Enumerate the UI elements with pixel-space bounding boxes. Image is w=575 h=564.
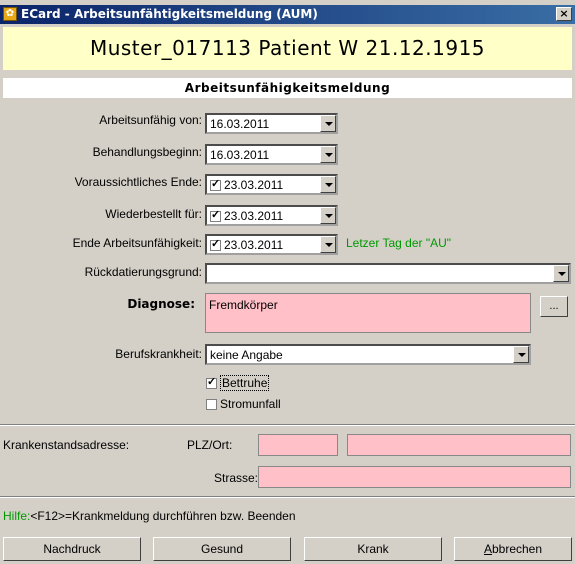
bettruhe-check-icon xyxy=(206,375,217,390)
arbeitsunfaehig-von-label: Arbeitsunfähig von: xyxy=(99,113,202,127)
ort-input[interactable] xyxy=(347,434,571,456)
strasse-label: Strasse: xyxy=(214,471,259,485)
wiederbestellt-fuer-datepicker[interactable]: 23.03.2011 xyxy=(205,205,338,226)
voraussichtliches-ende-datepicker[interactable]: 23.03.2011 xyxy=(205,174,338,195)
abbrechen-label: bbrechen xyxy=(491,542,543,556)
berufskrankheit-label: Berufskrankheit: xyxy=(115,347,202,361)
behandlungsbeginn-value: 16.03.2011 xyxy=(210,148,270,162)
ende-arbeitsunfaehigkeit-datepicker[interactable]: 23.03.2011 xyxy=(205,234,338,255)
window-title: ECard - Arbeitsunfähtigkeitsmeldung (AUM… xyxy=(21,7,318,21)
chevron-down-icon[interactable] xyxy=(320,207,336,224)
diagnose-value: Fremdkörper xyxy=(209,298,278,312)
abbrechen-mnemonic: A xyxy=(483,542,492,556)
wiederbestellt-fuer-checkbox[interactable] xyxy=(210,208,221,223)
krank-button[interactable]: Krank xyxy=(304,537,442,561)
gesund-button[interactable]: Gesund xyxy=(153,537,291,561)
chevron-down-icon[interactable] xyxy=(320,146,336,163)
help-rest: <F12>=Krankmeldung durchführen bzw. Been… xyxy=(30,509,296,523)
plz-input[interactable] xyxy=(258,434,338,456)
help-text: Hilfe:<F12>=Krankmeldung durchführen bzw… xyxy=(3,509,296,523)
chevron-down-icon[interactable] xyxy=(553,265,569,282)
title-bar[interactable]: ✿ ECard - Arbeitsunfähtigkeitsmeldung (A… xyxy=(0,5,575,24)
help-prefix: Hilfe: xyxy=(3,509,31,523)
close-button[interactable]: × xyxy=(556,7,572,21)
bettruhe-checkbox[interactable]: Bettruhe xyxy=(206,375,270,391)
nachdruck-button[interactable]: Nachdruck xyxy=(3,537,141,561)
separator-bottom xyxy=(0,496,575,498)
behandlungsbeginn-label: Behandlungsbeginn: xyxy=(92,145,202,159)
bettruhe-label: Bettruhe xyxy=(220,375,270,391)
chevron-down-icon[interactable] xyxy=(320,176,336,193)
ende-hint: Letzer Tag der "AU" xyxy=(346,236,452,250)
ende-arbeitsunfaehigkeit-value: 23.03.2011 xyxy=(224,238,284,252)
stromunfall-checkbox[interactable]: Stromunfall xyxy=(206,397,281,411)
diagnose-browse-button[interactable]: ... xyxy=(540,296,568,317)
chevron-down-icon[interactable] xyxy=(320,236,336,253)
stromunfall-label: Stromunfall xyxy=(220,397,281,411)
plz-label: PLZ/Ort: xyxy=(187,438,233,452)
app-icon: ✿ xyxy=(3,7,17,21)
separator-top xyxy=(0,424,575,426)
rueckdatierungsgrund-dropdown[interactable] xyxy=(205,263,571,284)
behandlungsbeginn-dropdown[interactable]: 16.03.2011 xyxy=(205,144,338,165)
voraussichtliches-ende-content: 23.03.2011 xyxy=(210,177,284,192)
wiederbestellt-fuer-value: 23.03.2011 xyxy=(224,209,284,223)
section-title: Arbeitsunfähigkeitsmeldung xyxy=(3,78,572,98)
ende-arbeitsunfaehigkeit-content: 23.03.2011 xyxy=(210,237,284,252)
krankenstandsadresse-label: Krankenstandsadresse: xyxy=(3,438,130,452)
voraussichtliches-ende-label: Voraussichtliches Ende: xyxy=(74,175,202,189)
chevron-down-icon[interactable] xyxy=(320,115,336,132)
berufskrankheit-value: keine Angabe xyxy=(210,348,283,362)
voraussichtliches-ende-value: 23.03.2011 xyxy=(224,178,284,192)
diagnose-label: Diagnose: xyxy=(127,297,195,311)
ende-arbeitsunfaehigkeit-label: Ende Arbeitsunfähigkeit: xyxy=(72,236,202,250)
wiederbestellt-fuer-label: Wiederbestellt für: xyxy=(105,207,202,221)
strasse-input[interactable] xyxy=(258,466,571,488)
abbrechen-button[interactable]: Abbrechen xyxy=(454,537,572,561)
chevron-down-icon[interactable] xyxy=(513,346,529,363)
wiederbestellt-fuer-content: 23.03.2011 xyxy=(210,208,284,223)
stromunfall-check-icon xyxy=(206,399,217,411)
diagnose-field[interactable]: Fremdkörper xyxy=(205,293,531,333)
ende-arbeitsunfaehigkeit-checkbox[interactable] xyxy=(210,237,221,252)
berufskrankheit-dropdown[interactable]: keine Angabe xyxy=(205,344,531,365)
voraussichtliches-ende-checkbox[interactable] xyxy=(210,177,221,192)
rueckdatierungsgrund-label: Rückdatierungsgrund: xyxy=(84,265,202,279)
patient-banner: Muster_017113 Patient W 21.12.1915 xyxy=(3,27,572,70)
aum-dialog: ✿ ECard - Arbeitsunfähtigkeitsmeldung (A… xyxy=(0,0,575,564)
arbeitsunfaehig-von-value: 16.03.2011 xyxy=(210,117,270,131)
arbeitsunfaehig-von-dropdown[interactable]: 16.03.2011 xyxy=(205,113,338,134)
